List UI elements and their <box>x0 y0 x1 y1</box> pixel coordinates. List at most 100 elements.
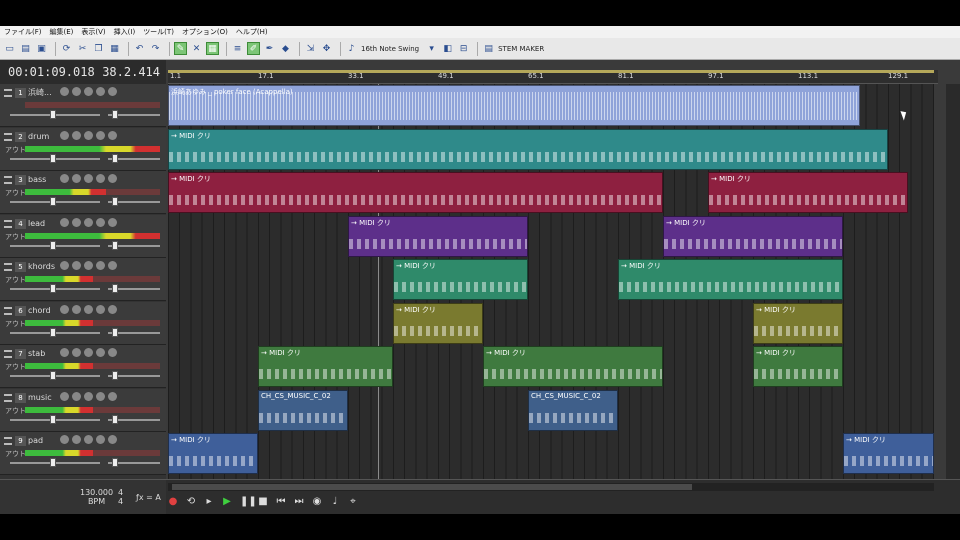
midi-clip[interactable]: → MIDI クリ <box>753 302 843 344</box>
pencil-icon[interactable]: ✐ <box>247 42 260 55</box>
punch-icon[interactable]: ⌖ <box>348 496 358 507</box>
pan-slider[interactable] <box>108 414 160 424</box>
solo-icon[interactable] <box>96 217 105 227</box>
track-name[interactable]: khords <box>28 261 56 273</box>
solo-icon[interactable] <box>96 130 105 140</box>
menu-tools[interactable]: ツール(T) <box>143 27 174 37</box>
slider-knob[interactable] <box>50 197 56 206</box>
midi-clip[interactable]: → MIDI クリ <box>618 259 843 300</box>
slider-knob[interactable] <box>50 458 56 467</box>
track-grip-icon[interactable] <box>4 350 12 358</box>
monitor-icon[interactable] <box>72 217 81 227</box>
save-icon[interactable]: ▣ <box>35 42 48 55</box>
midi-clip[interactable]: → MIDI クリ <box>168 172 663 213</box>
slider-knob[interactable] <box>112 284 118 293</box>
record-arm-icon[interactable] <box>60 261 69 270</box>
time-signature[interactable]: 4 4 <box>118 488 123 506</box>
pan-slider[interactable] <box>108 110 160 119</box>
snap-grid-icon[interactable]: ▦ <box>206 42 219 55</box>
rewind-icon[interactable]: ⏮ <box>276 496 286 507</box>
pan-slider[interactable] <box>108 240 160 250</box>
horizontal-scrollbar[interactable] <box>168 483 934 491</box>
eraser-icon[interactable]: ◆ <box>279 42 292 55</box>
settings-gear-icon[interactable] <box>108 174 117 183</box>
menu-edit[interactable]: 編集(E) <box>50 27 74 37</box>
chevron-down-icon[interactable]: ▾ <box>425 42 438 55</box>
mute-icon[interactable] <box>84 435 93 444</box>
pause-icon[interactable]: ❚❚ <box>240 496 257 507</box>
track-header[interactable]: 4 lead アウト <box>0 214 166 258</box>
track-grip-icon[interactable] <box>4 132 12 141</box>
paste-icon[interactable]: ▦ <box>108 42 121 55</box>
slider-knob[interactable] <box>50 414 56 424</box>
midi-clip[interactable]: → MIDI クリ <box>393 259 528 300</box>
monitor-icon[interactable] <box>72 261 81 270</box>
refresh-icon[interactable]: ⟳ <box>60 42 73 55</box>
pan-slider[interactable] <box>108 458 160 467</box>
play-from-start-icon[interactable]: ▸ <box>204 496 214 507</box>
stem-maker-button[interactable]: STEM MAKER <box>498 45 544 53</box>
record-arm-icon[interactable] <box>60 174 69 183</box>
track-name[interactable]: lead <box>28 218 56 230</box>
record-arm-icon[interactable] <box>60 391 69 401</box>
solo-icon[interactable] <box>96 435 105 444</box>
monitor-icon[interactable] <box>72 87 81 96</box>
volume-slider[interactable] <box>10 153 100 163</box>
new-file-icon[interactable]: ▭ <box>3 42 16 55</box>
record-arm-icon[interactable] <box>60 348 69 357</box>
copy-icon[interactable]: ❐ <box>92 42 105 55</box>
forward-icon[interactable]: ⏭ <box>294 496 304 507</box>
audio-clip[interactable]: 浜崎あゆみ _ poker face (Acappella) <box>168 85 860 126</box>
stop-icon[interactable]: ■ <box>258 496 268 507</box>
midi-clip[interactable]: → MIDI クリ <box>843 433 934 474</box>
track-header[interactable]: 7 stab アウト <box>0 345 166 388</box>
slider-knob[interactable] <box>50 284 56 293</box>
slider-knob[interactable] <box>112 371 118 380</box>
track-grip-icon[interactable] <box>4 89 12 97</box>
mute-icon[interactable] <box>84 304 93 314</box>
monitor-icon[interactable] <box>72 348 81 357</box>
vertical-scrollbar[interactable] <box>946 84 960 479</box>
track-header[interactable]: 5 khords アウト <box>0 258 166 301</box>
slider-knob[interactable] <box>50 240 56 250</box>
monitor-icon[interactable] <box>72 391 81 401</box>
record-arm-icon[interactable] <box>60 87 69 96</box>
mute-icon[interactable] <box>84 217 93 227</box>
mute-icon[interactable] <box>84 87 93 96</box>
cut-icon[interactable]: ✂ <box>76 42 89 55</box>
mute-icon[interactable] <box>84 391 93 401</box>
slider-knob[interactable] <box>50 153 56 163</box>
slider-knob[interactable] <box>112 240 118 250</box>
midi-clip[interactable]: CH_CS_MUSIC_C_02 <box>258 389 348 431</box>
mute-icon[interactable] <box>84 130 93 140</box>
track-grip-icon[interactable] <box>4 176 12 184</box>
monitor-icon[interactable] <box>72 174 81 183</box>
slider-knob[interactable] <box>112 327 118 337</box>
pan-slider[interactable] <box>108 371 160 380</box>
track-name[interactable]: chord <box>28 305 56 317</box>
menu-view[interactable]: 表示(V) <box>81 27 105 37</box>
midi-clip[interactable]: → MIDI クリ <box>753 346 843 387</box>
volume-slider[interactable] <box>10 458 100 467</box>
menu-help[interactable]: ヘルプ(H) <box>236 27 268 37</box>
menu-insert[interactable]: 挿入(I) <box>114 27 136 37</box>
midi-clip[interactable]: → MIDI クリ <box>393 302 483 344</box>
solo-icon[interactable] <box>96 304 105 314</box>
record-arm-icon[interactable] <box>60 130 69 140</box>
volume-slider[interactable] <box>10 327 100 337</box>
redo-icon[interactable]: ↷ <box>149 42 162 55</box>
solo-icon[interactable] <box>96 261 105 270</box>
midi-clip[interactable]: → MIDI クリ <box>663 215 843 257</box>
mute-icon[interactable] <box>84 348 93 357</box>
move-icon[interactable]: ✥ <box>320 42 333 55</box>
monitor-icon[interactable] <box>72 304 81 314</box>
volume-slider[interactable] <box>10 284 100 293</box>
metronome-icon[interactable]: ♩ <box>330 496 340 507</box>
track-grip-icon[interactable] <box>4 263 12 271</box>
track-header[interactable]: 9 pad アウト <box>0 432 166 475</box>
track-header[interactable]: 3 bass アウト <box>0 171 166 214</box>
record-arm-icon[interactable] <box>60 217 69 227</box>
slider-knob[interactable] <box>112 153 118 163</box>
settings-gear-icon[interactable] <box>108 304 117 314</box>
pan-slider[interactable] <box>108 153 160 163</box>
